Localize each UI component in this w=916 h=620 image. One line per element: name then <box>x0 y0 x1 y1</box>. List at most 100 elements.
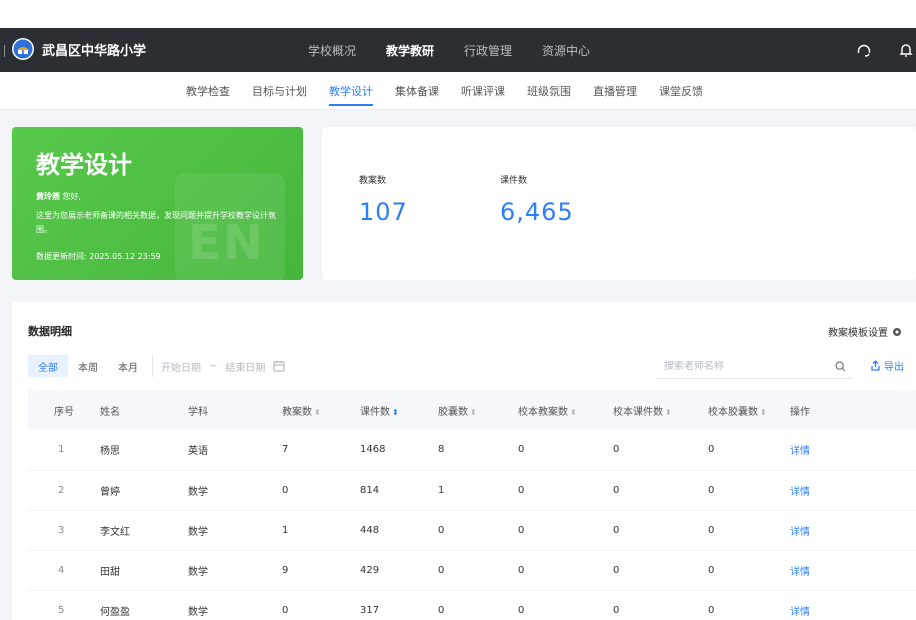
stat-lesson-plans: 教案数 107 <box>359 173 408 226</box>
sort-icon[interactable]: ⬍ <box>314 408 321 417</box>
nav-item-teaching-research[interactable]: 教学教研 <box>386 42 434 59</box>
sub-nav: 教学检查 目标与计划 教学设计 集体备课 听课评课 班级氛围 直播管理 课堂反馈 <box>0 72 916 110</box>
export-icon <box>871 360 880 371</box>
export-button[interactable]: 导出 <box>870 358 904 373</box>
cell-capsules: 0 <box>438 524 445 536</box>
date-start[interactable]: 开始日期 <box>161 359 201 374</box>
nav-item-resource-center[interactable]: 资源中心 <box>542 42 590 59</box>
col-header-actions: 操作 <box>790 406 810 418</box>
subnav-item-class-atmosphere[interactable]: 班级氛围 <box>527 72 571 110</box>
col-header-capsules[interactable]: 胶囊数 ⬍ <box>438 390 518 430</box>
cell-subject: 数学 <box>188 606 208 618</box>
cell-capsules: 0 <box>438 564 445 576</box>
sort-icon[interactable]: ⬍ <box>570 408 577 417</box>
table-row: 1 杨思 英语 7 1468 8 0 0 0 详情 <box>28 430 916 470</box>
user-name: 黄玲燕 <box>36 192 60 201</box>
cell-lesson-plans: 7 <box>282 444 289 456</box>
date-range-picker[interactable]: 开始日期 ~ 结束日期 <box>152 355 293 377</box>
col-header-school-courseware[interactable]: 校本课件数 ⬍ <box>613 390 708 430</box>
headset-icon[interactable] <box>854 40 874 60</box>
col-header-school-plans[interactable]: 校本教案数 ⬍ <box>518 390 613 430</box>
hero-greeting: 黄玲燕 您好, <box>36 191 81 202</box>
subnav-item-goals-plans[interactable]: 目标与计划 <box>252 72 307 110</box>
cell-subject: 数学 <box>188 486 208 498</box>
col-header-lesson-plans[interactable]: 教案数 ⬍ <box>282 390 360 430</box>
cell-courseware: 448 <box>360 524 380 536</box>
main-nav: 学校概况 教学教研 行政管理 资源中心 <box>308 28 590 72</box>
cell-subject: 数学 <box>188 526 208 538</box>
subnav-item-teaching-design[interactable]: 教学设计 <box>329 72 373 110</box>
data-detail-panel: 数据明细 教案模板设置 全部 本周 本月 开始日期 ~ 结束日期 导出 <box>12 302 916 620</box>
sort-icon[interactable]: ⬍ <box>665 408 672 417</box>
header-label: 校本教案数 <box>518 406 568 418</box>
cell-capsules: 0 <box>438 604 445 616</box>
cell-name: 杨思 <box>100 446 120 458</box>
header-label: 校本胶囊数 <box>708 406 758 418</box>
subnav-item-teaching-check[interactable]: 教学检查 <box>186 72 230 110</box>
subnav-item-lesson-review[interactable]: 听课评课 <box>461 72 505 110</box>
table-body: 1 杨思 英语 7 1468 8 0 0 0 详情 2 曾婷 数学 0 814 1 0 0 0 详情 3 李文红 数学 1 44… <box>28 430 916 620</box>
cell-school-plans: 0 <box>518 524 525 536</box>
nav-item-administration[interactable]: 行政管理 <box>464 42 512 59</box>
template-setting-button[interactable]: 教案模板设置 <box>828 324 902 339</box>
col-header-school-capsules[interactable]: 校本胶囊数 ⬍ <box>708 390 790 430</box>
col-header-index: 序号 <box>54 406 74 418</box>
nav-item-school-overview[interactable]: 学校概况 <box>308 42 356 59</box>
panel-title: 数据明细 <box>28 325 72 338</box>
cell-action[interactable]: 详情 <box>790 430 916 470</box>
cell-subject: 数学 <box>188 566 208 578</box>
subnav-item-live-management[interactable]: 直播管理 <box>593 72 637 110</box>
cell-lesson-plans: 0 <box>282 484 289 496</box>
cell-action[interactable]: 详情 <box>790 470 916 510</box>
table-header-row: 序号 姓名 学科 教案数 ⬍ 课件数 ⬍ 胶囊数 ⬍ 校本教案数 ⬍ 校本课件数 ⬍ 校本… <box>28 390 916 430</box>
table-row: 4 田甜 数学 9 429 0 0 0 0 详情 <box>28 550 916 590</box>
cell-courseware: 1468 <box>360 444 386 456</box>
cell-school-capsules: 0 <box>708 604 715 616</box>
window-top-strip <box>0 0 916 28</box>
table-row: 5 何盈盈 数学 0 317 0 0 0 0 详情 <box>28 590 916 620</box>
date-separator: ~ <box>209 360 218 372</box>
cell-index: 1 <box>58 444 65 456</box>
cell-school-courseware: 0 <box>613 564 620 576</box>
subnav-item-class-feedback[interactable]: 课堂反馈 <box>659 72 703 110</box>
cell-capsules: 1 <box>438 484 445 496</box>
cell-index: 2 <box>58 484 65 496</box>
search-icon[interactable] <box>835 361 846 372</box>
cell-school-capsules: 0 <box>708 524 715 536</box>
top-navbar: 武昌区中华路小学 学校概况 教学教研 行政管理 资源中心 <box>0 28 916 72</box>
cell-courseware: 429 <box>360 564 380 576</box>
col-header-courseware[interactable]: 课件数 ⬍ <box>360 390 438 430</box>
cell-school-courseware: 0 <box>613 604 620 616</box>
stat-courseware: 课件数 6,465 <box>500 173 574 226</box>
filter-this-month[interactable]: 本月 <box>108 355 148 377</box>
table-row: 3 李文红 数学 1 448 0 0 0 0 详情 <box>28 510 916 550</box>
hero-description: 这里为您展示老师备课的相关数据，发现问题并提升学校教学设计氛围。 <box>36 211 276 234</box>
bell-icon[interactable] <box>896 40 916 60</box>
filter-this-week[interactable]: 本周 <box>68 355 108 377</box>
cell-subject: 英语 <box>188 446 208 458</box>
school-brand[interactable]: 武昌区中华路小学 <box>12 38 146 60</box>
cell-school-courseware: 0 <box>613 524 620 536</box>
cell-school-plans: 0 <box>518 444 525 456</box>
sort-icon[interactable]: ⬍ <box>760 408 767 417</box>
filter-all[interactable]: 全部 <box>28 355 68 377</box>
date-end[interactable]: 结束日期 <box>225 359 265 374</box>
subnav-item-collective-prep[interactable]: 集体备课 <box>395 72 439 110</box>
sort-icon[interactable]: ⬍ <box>392 408 399 417</box>
cell-school-capsules: 0 <box>708 564 715 576</box>
cell-action[interactable]: 详情 <box>790 550 916 590</box>
sort-icon[interactable]: ⬍ <box>470 408 477 417</box>
table-row: 2 曾婷 数学 0 814 1 0 0 0 详情 <box>28 470 916 510</box>
cell-action[interactable]: 详情 <box>790 510 916 550</box>
search-input[interactable] <box>656 361 826 372</box>
stat-label: 教案数 <box>359 176 387 186</box>
navbar-edge-divider <box>4 45 5 57</box>
cell-name: 何盈盈 <box>100 606 130 618</box>
teacher-data-table: 序号 姓名 学科 教案数 ⬍ 课件数 ⬍ 胶囊数 ⬍ 校本教案数 ⬍ 校本课件数 ⬍ 校本… <box>28 390 916 620</box>
col-header-name: 姓名 <box>100 406 120 418</box>
stat-value: 107 <box>359 198 408 226</box>
calendar-icon[interactable] <box>273 360 285 372</box>
stat-value: 6,465 <box>500 198 574 226</box>
cell-action[interactable]: 详情 <box>790 590 916 620</box>
cell-index: 4 <box>58 564 65 576</box>
